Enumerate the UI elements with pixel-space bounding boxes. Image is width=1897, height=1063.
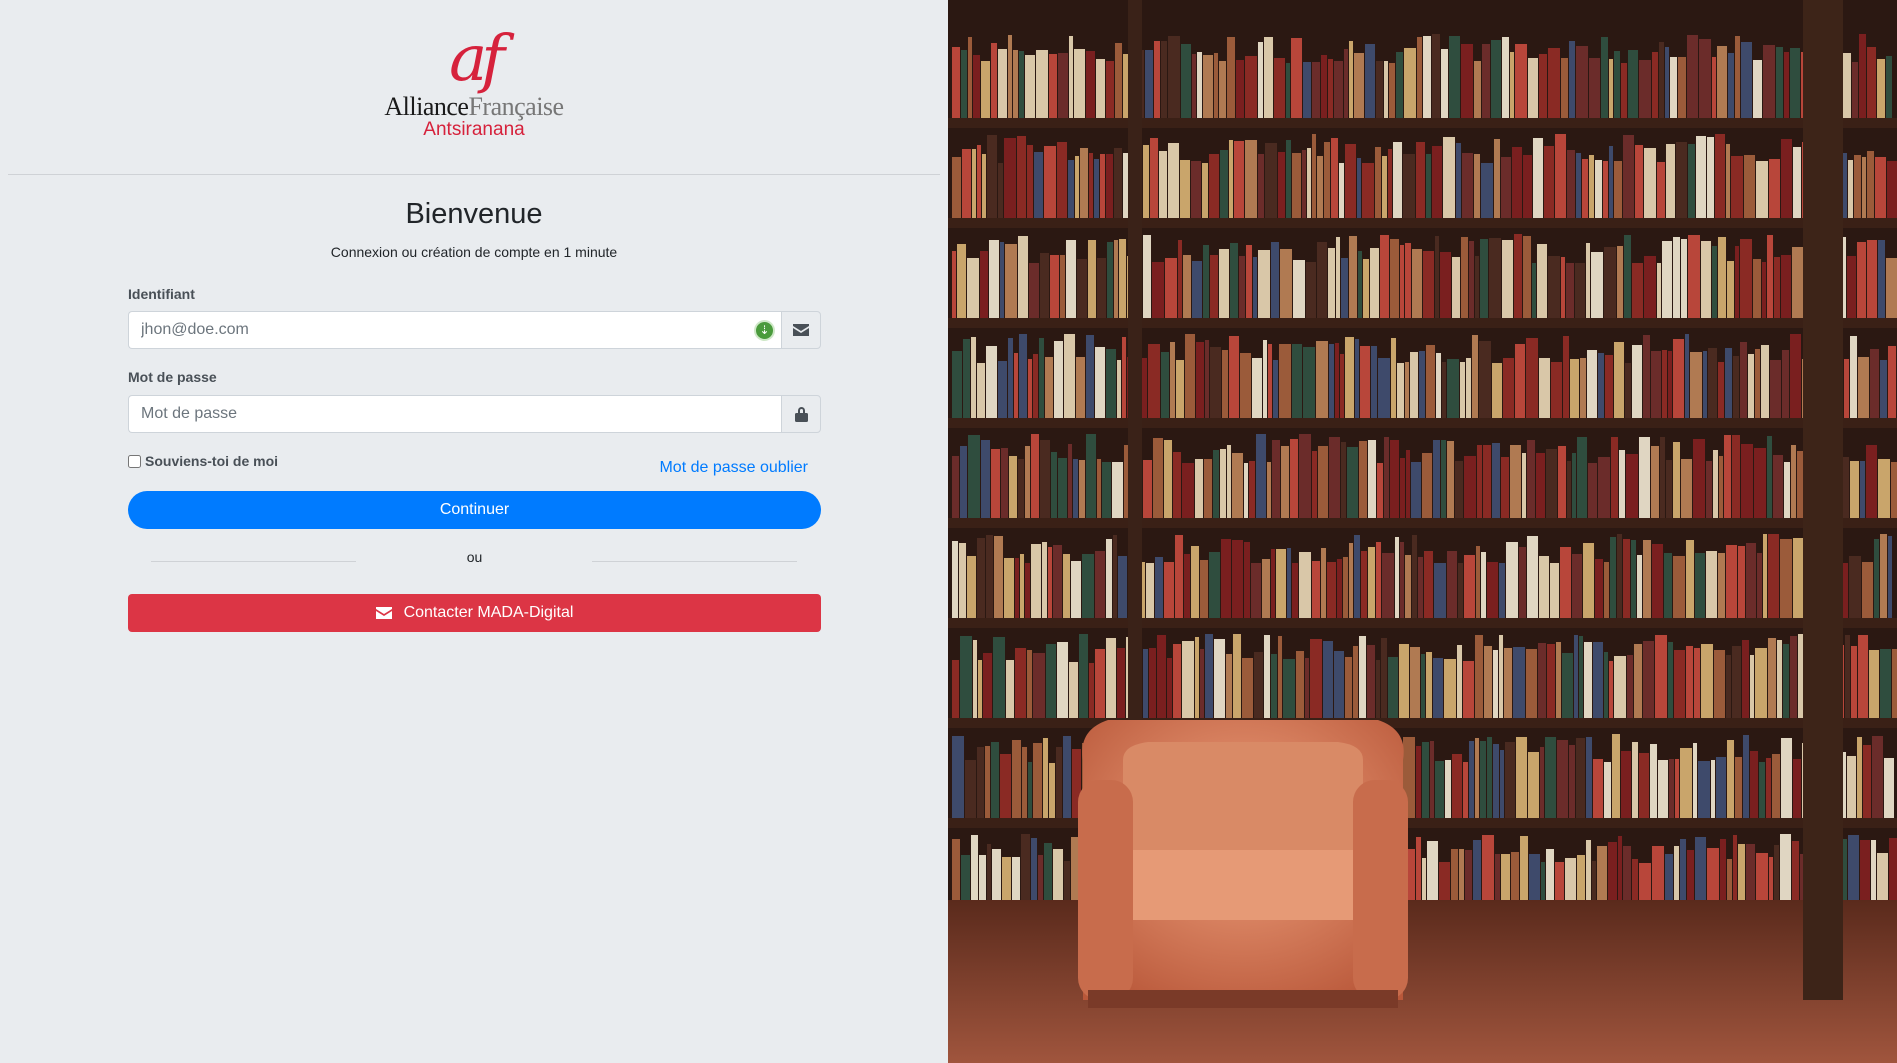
password-label: Mot de passe <box>128 369 217 385</box>
or-line-right <box>592 561 797 562</box>
or-separator: ou <box>128 547 821 571</box>
password-input[interactable] <box>128 395 781 433</box>
library-background-image <box>948 0 1897 1063</box>
brand-logo: af AllianceFrançaise Antsiranana <box>0 24 948 144</box>
continue-button[interactable]: Continuer <box>128 491 821 529</box>
contact-button[interactable]: Contacter MADA-Digital <box>128 594 821 632</box>
identifier-label: Identifiant <box>128 286 195 302</box>
lock-icon <box>781 395 821 433</box>
password-manager-icon[interactable]: ⇣ <box>754 320 775 341</box>
forgot-password-link[interactable]: Mot de passe oublier <box>659 459 808 477</box>
envelope-icon <box>375 607 392 619</box>
logo-name: AllianceFrançaise <box>0 94 948 120</box>
header-divider <box>8 174 940 175</box>
login-panel: af AllianceFrançaise Antsiranana Bienven… <box>0 0 948 1063</box>
bookshelf-illustration <box>948 0 1897 1063</box>
password-group <box>128 395 821 433</box>
remember-me[interactable]: Souviens-toi de moi <box>128 453 278 469</box>
page-subtitle: Connexion ou création de compte en 1 min… <box>330 244 618 260</box>
page-title: Bienvenue <box>405 198 543 230</box>
envelope-icon <box>781 311 821 349</box>
logo-city: Antsiranana <box>423 119 525 140</box>
logo-mark: af <box>449 22 505 96</box>
remember-label: Souviens-toi de moi <box>145 453 279 469</box>
remember-checkbox[interactable] <box>128 454 141 468</box>
armchair <box>1078 720 1408 1008</box>
logo-name-part2: Française <box>468 92 564 121</box>
login-page: af AllianceFrançaise Antsiranana Bienven… <box>0 0 1897 1063</box>
identifier-group: ⇣ <box>128 311 821 349</box>
logo-name-part1: Alliance <box>384 92 469 121</box>
contact-label: Contacter MADA-Digital <box>403 604 574 621</box>
or-label: ou <box>466 549 483 565</box>
identifier-input[interactable] <box>128 311 781 349</box>
